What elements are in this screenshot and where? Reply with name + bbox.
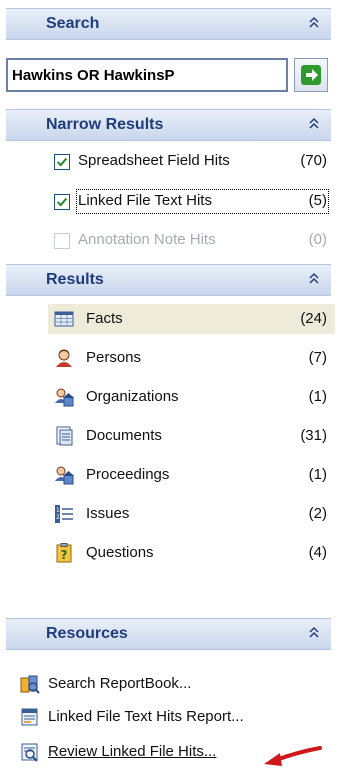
result-label: Persons xyxy=(86,349,142,366)
result-count: (24) xyxy=(300,310,327,327)
organization-icon xyxy=(55,388,74,407)
result-facts[interactable]: Facts (24) xyxy=(48,304,335,334)
result-label: Organizations xyxy=(86,388,179,405)
question-icon: ? xyxy=(56,543,72,563)
filter-count: (0) xyxy=(308,231,327,248)
result-documents[interactable]: Documents (31) xyxy=(48,421,335,451)
search-title: Search xyxy=(46,15,100,32)
red-arrow-annotation xyxy=(264,746,322,766)
checkbox xyxy=(54,233,70,249)
checkmark-icon xyxy=(56,157,68,167)
checkmark-icon xyxy=(56,197,68,207)
result-count: (4) xyxy=(308,544,327,561)
filter-count: (5) xyxy=(308,192,327,209)
narrow-results-title: Narrow Results xyxy=(46,116,164,133)
reportbook-icon xyxy=(20,675,40,694)
report-icon xyxy=(21,708,38,726)
filter-label: Linked File Text Hits xyxy=(78,192,212,209)
filter-label: Annotation Note Hits xyxy=(78,231,216,248)
arrow-right-icon xyxy=(301,65,321,85)
svg-text:2: 2 xyxy=(56,514,60,521)
result-count: (31) xyxy=(300,427,327,444)
narrow-results-header[interactable]: Narrow Results xyxy=(6,109,331,141)
result-label: Proceedings xyxy=(86,466,170,483)
collapse-icon[interactable] xyxy=(307,271,321,287)
checkbox[interactable] xyxy=(54,154,70,170)
collapse-icon[interactable] xyxy=(307,15,321,31)
result-count: (1) xyxy=(308,388,327,405)
search-panel: Search Narrow Results Spreadsheet Field xyxy=(0,0,339,780)
result-organizations[interactable]: Organizations (1) xyxy=(48,382,335,412)
results-title: Results xyxy=(46,271,104,288)
person-icon xyxy=(56,349,72,367)
search-go-button[interactable] xyxy=(294,58,328,92)
result-label: Issues xyxy=(86,505,130,522)
collapse-icon[interactable] xyxy=(307,116,321,132)
result-count: (2) xyxy=(308,505,327,522)
review-icon xyxy=(21,743,38,762)
svg-text:1: 1 xyxy=(56,507,60,514)
table-icon xyxy=(54,311,74,327)
resources-header[interactable]: Resources xyxy=(6,618,331,650)
resource-label: Search ReportBook... xyxy=(48,675,192,692)
resource-linked-file-report[interactable]: Linked File Text Hits Report... xyxy=(20,705,330,731)
search-section-header[interactable]: Search xyxy=(6,8,331,40)
resource-label: Linked File Text Hits Report... xyxy=(48,708,244,725)
resources-title: Resources xyxy=(46,625,128,642)
resource-search-reportbook[interactable]: Search ReportBook... xyxy=(20,672,330,698)
filter-linked-file-text-hits[interactable]: Linked File Text Hits (5) xyxy=(54,189,329,217)
issues-list-icon: 1 2 xyxy=(55,505,73,523)
result-proceedings[interactable]: Proceedings (1) xyxy=(48,460,335,490)
svg-text:?: ? xyxy=(61,548,68,562)
result-label: Facts xyxy=(86,310,123,327)
checkbox[interactable] xyxy=(54,194,70,210)
filter-spreadsheet-field-hits[interactable]: Spreadsheet Field Hits (70) xyxy=(54,151,329,177)
result-label: Documents xyxy=(86,427,162,444)
proceedings-icon xyxy=(55,466,74,485)
result-count: (7) xyxy=(308,349,327,366)
result-label: Questions xyxy=(86,544,154,561)
resource-label: Review Linked File Hits... xyxy=(48,743,217,760)
document-icon xyxy=(56,426,73,446)
result-issues[interactable]: 1 2 Issues (2) xyxy=(48,499,335,529)
result-persons[interactable]: Persons (7) xyxy=(48,343,335,373)
search-input[interactable] xyxy=(6,58,288,92)
filter-label: Spreadsheet Field Hits xyxy=(78,152,230,169)
filter-annotation-note-hits: Annotation Note Hits (0) xyxy=(54,230,329,256)
filter-count: (70) xyxy=(300,152,327,169)
result-questions[interactable]: ? Questions (4) xyxy=(48,538,335,568)
search-row xyxy=(6,56,331,98)
results-header[interactable]: Results xyxy=(6,264,331,296)
result-count: (1) xyxy=(308,466,327,483)
collapse-icon[interactable] xyxy=(307,625,321,641)
